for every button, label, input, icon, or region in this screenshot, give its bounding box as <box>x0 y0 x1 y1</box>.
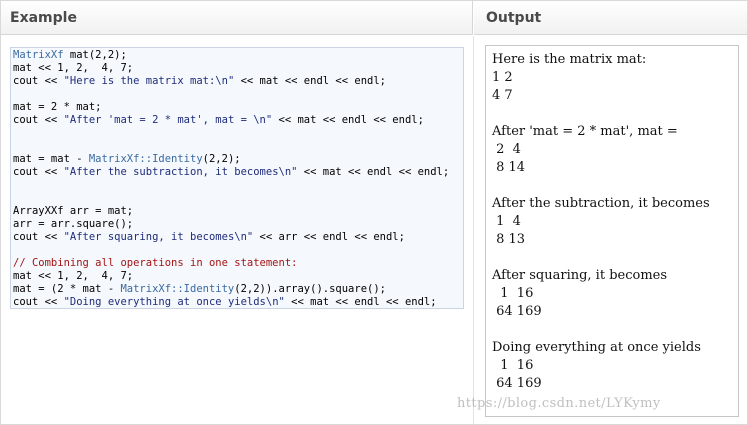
code-token: "After squaring, it becomes\n" <box>63 231 254 243</box>
code-line: arr = arr.square(); <box>13 218 133 230</box>
code-token: mat << 1, 2, 4, 7; <box>13 62 134 74</box>
output-block[interactable]: Here is the matrix mat: 1 2 4 7 After 'm… <box>485 45 739 417</box>
code-token: ArrayXXf arr = mat; <box>13 205 134 217</box>
example-header: Example <box>1 1 473 35</box>
code-line: // Combining all operations in one state… <box>13 257 297 269</box>
code-token: MatrixXf::Identity <box>88 153 203 165</box>
code-line: cout << "Doing everything at once yields… <box>13 296 437 308</box>
code-line: mat << 1, 2, 4, 7; <box>13 62 133 74</box>
code-token: "After 'mat = 2 * mat', mat = \n" <box>63 114 273 126</box>
code-token: mat(2,2); <box>63 49 127 61</box>
code-line: cout << "After the subtraction, it becom… <box>13 166 449 178</box>
code-token: MatrixXf <box>13 49 64 61</box>
code-token: mat = mat - <box>13 153 89 165</box>
code-token: << arr << endl << endl; <box>253 231 405 243</box>
watermark-url: https://blog.csdn.net/LYKymy <box>457 396 661 411</box>
example-title: Example <box>10 10 77 26</box>
code-token: cout << <box>13 114 64 126</box>
output-title: Output <box>486 10 542 26</box>
code-token: << mat << endl << endl; <box>284 296 437 308</box>
code-line: cout << "After squaring, it becomes\n" <… <box>13 231 405 243</box>
code-token: arr = arr.square(); <box>13 218 134 230</box>
code-token: cout << <box>13 166 64 178</box>
code-token: "Doing everything at once yields\n" <box>63 296 285 308</box>
code-block[interactable]: MatrixXf mat(2,2); mat << 1, 2, 4, 7; co… <box>10 47 464 309</box>
example-output-table: Example Output MatrixXf mat(2,2); mat <<… <box>0 0 748 425</box>
code-token: // Combining all operations in one state… <box>13 257 298 269</box>
code-token: << mat << endl << endl; <box>272 114 424 126</box>
code-token: (2,2); <box>202 153 241 165</box>
code-line: mat << 1, 2, 4, 7; <box>13 270 133 282</box>
code-token: mat = (2 * mat - <box>13 283 121 295</box>
code-text: MatrixXf mat(2,2); mat << 1, 2, 4, 7; co… <box>13 49 463 308</box>
code-line: cout << "After 'mat = 2 * mat', mat = \n… <box>13 114 424 126</box>
code-token: << mat << endl << endl; <box>234 75 386 87</box>
code-line: ArrayXXf arr = mat; <box>13 205 133 217</box>
code-token: cout << <box>13 75 64 87</box>
output-text: Here is the matrix mat: 1 2 4 7 After 'm… <box>492 52 710 391</box>
code-token: cout << <box>13 296 64 308</box>
code-token: MatrixXf::Identity <box>120 283 235 295</box>
code-token: mat << 1, 2, 4, 7; <box>13 270 134 282</box>
code-token: (2,2)).array().square(); <box>234 283 386 295</box>
code-token: "After the subtraction, it becomes\n" <box>63 166 298 178</box>
code-line: MatrixXf mat(2,2); <box>13 49 127 61</box>
code-line: mat = mat - MatrixXf::Identity(2,2); <box>13 153 241 165</box>
code-line: cout << "Here is the matrix mat:\n" << m… <box>13 75 386 87</box>
code-line: mat = (2 * mat - MatrixXf::Identity(2,2)… <box>13 283 386 295</box>
code-token: mat = 2 * mat; <box>13 101 102 113</box>
code-token: "Here is the matrix mat:\n" <box>63 75 235 87</box>
code-token: cout << <box>13 231 64 243</box>
code-line: mat = 2 * mat; <box>13 101 102 113</box>
code-token: << mat << endl << endl; <box>297 166 450 178</box>
output-header: Output <box>474 1 747 35</box>
column-divider <box>473 36 474 424</box>
